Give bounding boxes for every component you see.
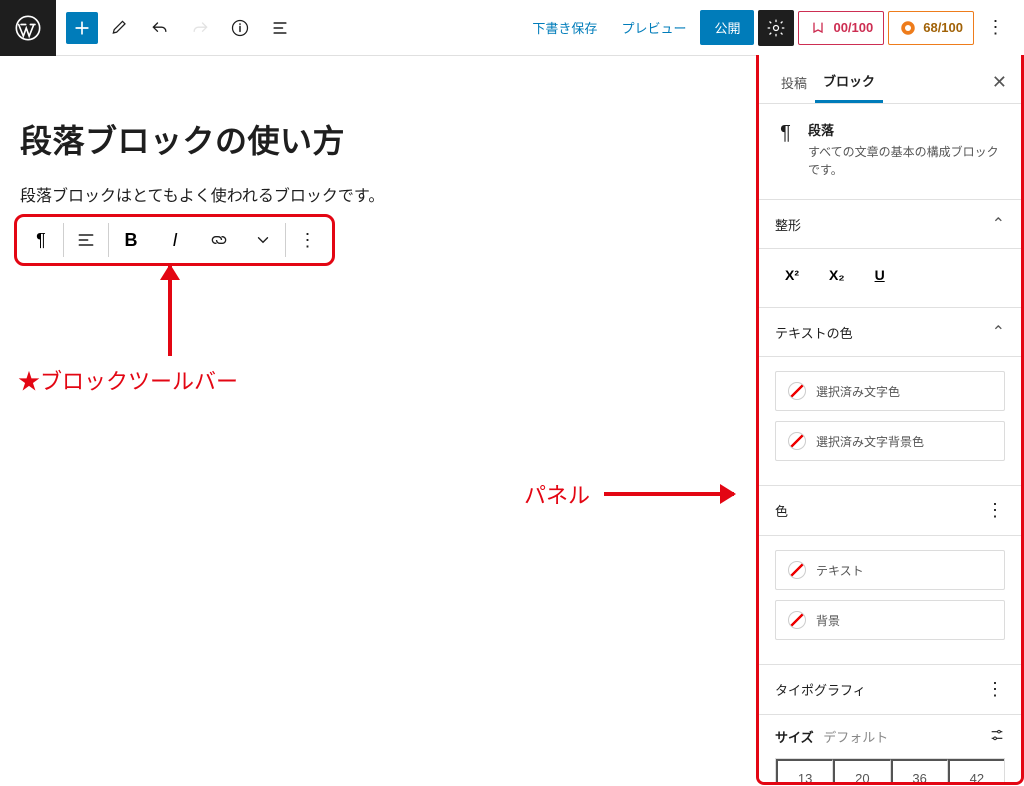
- color-swatch-icon: [788, 432, 806, 450]
- panel-text-color-body: 選択済み文字色 選択済み文字背景色: [759, 357, 1021, 486]
- redo-button[interactable]: [182, 10, 218, 46]
- annotation-toolbar-label: ★ブロックツールバー: [18, 364, 238, 396]
- annotation-arrow-vertical: [168, 266, 172, 356]
- color-text-option[interactable]: テキスト: [775, 550, 1005, 590]
- close-sidebar-button[interactable]: ✕: [992, 72, 1007, 93]
- block-type-button[interactable]: ¶: [19, 218, 63, 262]
- color-bg-label: 背景: [816, 612, 840, 629]
- paragraph-block[interactable]: 段落ブロックはとてもよく使われるブロックです。: [20, 182, 736, 206]
- panel-text-color[interactable]: テキストの色 ⌃: [759, 308, 1021, 357]
- block-toolbar: ¶ B I ⋮: [14, 214, 335, 266]
- block-more-button[interactable]: ⋮: [286, 218, 330, 262]
- sliders-icon[interactable]: [989, 727, 1005, 746]
- size-option[interactable]: 20: [833, 759, 890, 785]
- chevron-up-icon: ⌃: [992, 214, 1005, 234]
- block-info-title: 段落: [808, 120, 1005, 139]
- tab-post[interactable]: 投稿: [773, 63, 815, 102]
- more-menu-button[interactable]: ⋮: [978, 10, 1014, 46]
- panel-format-title: 整形: [775, 215, 801, 234]
- panel-format[interactable]: 整形 ⌃: [759, 200, 1021, 249]
- sidebar-tabs: 投稿 ブロック ✕: [759, 55, 1021, 104]
- panel-typo-more[interactable]: ⋮: [986, 679, 1005, 700]
- seo-icon: [899, 19, 917, 37]
- block-info: ¶ 段落 すべての文章の基本の構成ブロックです。: [759, 104, 1021, 200]
- seo-score[interactable]: 68/100: [888, 11, 974, 45]
- annotation-arrow-horizontal: [604, 492, 734, 496]
- link-icon[interactable]: [197, 218, 241, 262]
- seo-score-value: 68/100: [923, 20, 963, 35]
- edit-mode-button[interactable]: [102, 10, 138, 46]
- tab-block[interactable]: ブロック: [815, 61, 883, 103]
- wordpress-logo[interactable]: [0, 0, 56, 56]
- text-bg-option[interactable]: 選択済み文字背景色: [775, 421, 1005, 461]
- text-bg-label: 選択済み文字背景色: [816, 433, 924, 450]
- bold-button[interactable]: B: [109, 218, 153, 262]
- underline-button[interactable]: U: [875, 267, 885, 283]
- size-option[interactable]: 42: [948, 759, 1004, 785]
- panel-typography[interactable]: タイポグラフィ ⋮: [759, 665, 1021, 715]
- italic-button[interactable]: I: [153, 218, 197, 262]
- subscript-button[interactable]: X₂: [829, 267, 845, 283]
- panel-format-body: X² X₂ U: [759, 249, 1021, 308]
- more-formats-button[interactable]: [241, 218, 285, 262]
- color-swatch-icon: [788, 382, 806, 400]
- paragraph-icon: ¶: [775, 120, 796, 179]
- panel-color-title: 色: [775, 501, 788, 520]
- typo-size-row: サイズ デフォルト: [759, 715, 1021, 758]
- block-info-desc: すべての文章の基本の構成ブロックです。: [808, 143, 1005, 179]
- panel-textcolor-title: テキストの色: [775, 323, 853, 342]
- save-draft-link[interactable]: 下書き保存: [522, 10, 607, 45]
- add-block-button[interactable]: [66, 12, 98, 44]
- text-color-label: 選択済み文字色: [816, 383, 900, 400]
- readability-score-value: 00/100: [833, 20, 873, 35]
- vertical-dots-icon: ⋮: [987, 17, 1006, 38]
- typo-default-label: デフォルト: [823, 730, 888, 745]
- panel-color[interactable]: 色 ⋮: [759, 486, 1021, 536]
- info-button[interactable]: [222, 10, 258, 46]
- typo-size-label: サイズ: [775, 730, 814, 745]
- preview-link[interactable]: プレビュー: [611, 10, 696, 45]
- settings-button[interactable]: [758, 10, 794, 46]
- settings-sidebar: 投稿 ブロック ✕ ¶ 段落 すべての文章の基本の構成ブロックです。 整形 ⌃ …: [756, 55, 1024, 785]
- size-option[interactable]: 13: [776, 759, 833, 785]
- text-color-option[interactable]: 選択済み文字色: [775, 371, 1005, 411]
- color-swatch-icon: [788, 611, 806, 629]
- color-swatch-icon: [788, 561, 806, 579]
- readability-score[interactable]: 00/100: [798, 11, 884, 45]
- publish-button[interactable]: 公開: [700, 10, 754, 45]
- top-toolbar: 下書き保存 プレビュー 公開 00/100 68/100 ⋮: [0, 0, 1024, 56]
- chevron-up-icon: ⌃: [992, 322, 1005, 342]
- panel-color-body: テキスト 背景: [759, 536, 1021, 665]
- outline-button[interactable]: [262, 10, 298, 46]
- color-bg-option[interactable]: 背景: [775, 600, 1005, 640]
- panel-typo-title: タイポグラフィ: [775, 680, 866, 699]
- color-text-label: テキスト: [816, 562, 864, 579]
- annotation-panel-label: パネル: [524, 478, 590, 510]
- panel-color-more[interactable]: ⋮: [986, 500, 1005, 521]
- editor-area[interactable]: 段落ブロックの使い方 ¶ B I ⋮ 段落ブロックはとてもよく使われるブロックで…: [0, 56, 756, 786]
- size-options: 13 20 36 42: [775, 758, 1005, 785]
- align-button[interactable]: [64, 218, 108, 262]
- undo-button[interactable]: [142, 10, 178, 46]
- post-title[interactable]: 段落ブロックの使い方: [20, 116, 736, 162]
- size-option[interactable]: 36: [891, 759, 948, 785]
- readability-icon: [809, 19, 827, 37]
- superscript-button[interactable]: X²: [785, 267, 799, 283]
